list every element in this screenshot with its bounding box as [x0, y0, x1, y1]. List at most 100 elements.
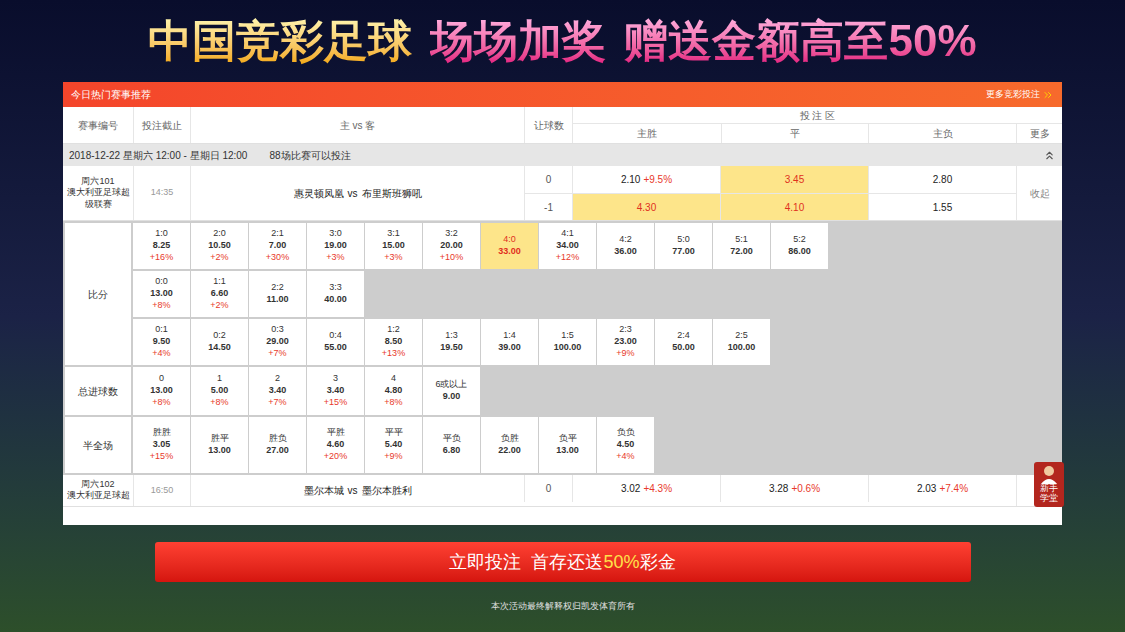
detail-cell[interactable]: 5:077.00: [655, 223, 712, 269]
detail-cell[interactable]: 6或以上9.00: [423, 367, 480, 415]
detail-cell[interactable]: 4:236.00: [597, 223, 654, 269]
detail-cell[interactable]: 23.40+7%: [249, 367, 306, 415]
detail-row: 013.00+8%15.00+8%23.40+7%33.40+15%44.80+…: [133, 367, 1060, 415]
detail-cell[interactable]: 3:220.00+10%: [423, 223, 480, 269]
detail-cell[interactable]: 5:286.00: [771, 223, 828, 269]
detail-section: 总进球数013.00+8%15.00+8%23.40+7%33.40+15%44…: [65, 367, 1060, 415]
match-code: 周六102澳大利亚足球超: [63, 475, 133, 506]
odds-cell[interactable]: 4.30: [572, 194, 720, 220]
detail-cell[interactable]: 4:134.00+12%: [539, 223, 596, 269]
date-group[interactable]: 2018-12-22 星期六 12:00 - 星期日 12:0088场比赛可以投…: [63, 144, 1062, 166]
detail-cell[interactable]: 0:455.00: [307, 319, 364, 365]
odds-value: 4.30: [637, 200, 656, 215]
cell-odds: 4.80: [385, 385, 403, 397]
detail-cell[interactable]: 2:010.50+2%: [191, 223, 248, 269]
detail-cell[interactable]: 2:17.00+30%: [249, 223, 306, 269]
detail-cell[interactable]: 0:214.50: [191, 319, 248, 365]
detail-cell[interactable]: 3:019.00+3%: [307, 223, 364, 269]
handicap-line: 02.10+9.5%3.452.80: [524, 166, 1016, 193]
detail-cell[interactable]: 2:5100.00: [713, 319, 770, 365]
odds-cell[interactable]: 2.10+9.5%: [572, 166, 720, 193]
odds-cell[interactable]: 3.28+0.6%: [720, 475, 868, 502]
detail-cell[interactable]: 负平13.00: [539, 417, 596, 473]
detail-cell[interactable]: 0:013.00+8%: [133, 271, 190, 317]
detail-cell[interactable]: 0:19.50+4%: [133, 319, 190, 365]
detail-cell[interactable]: 平负6.80: [423, 417, 480, 473]
cell-label: 胜负: [269, 433, 287, 445]
odds-cell[interactable]: 4.10: [720, 194, 868, 220]
more-link[interactable]: 更多竞彩投注: [986, 88, 1054, 102]
odds-cell[interactable]: 3.02+4.3%: [572, 475, 720, 502]
handicap: -1: [524, 194, 572, 220]
odds-cell[interactable]: 3.45: [720, 166, 868, 193]
detail-cell[interactable]: 1:16.60+2%: [191, 271, 248, 317]
cell-odds: 19.00: [324, 240, 347, 252]
cell-odds: 6.60: [211, 288, 229, 300]
detail-cell[interactable]: 2:450.00: [655, 319, 712, 365]
odds-cell[interactable]: 2.03+7.4%: [868, 475, 1016, 502]
cell-label: 负胜: [501, 433, 519, 445]
match-count: 88场比赛可以投注: [269, 148, 350, 163]
detail-cell[interactable]: 负胜22.00: [481, 417, 538, 473]
odds-cell[interactable]: 2.80: [868, 166, 1016, 193]
bet-column: 平: [721, 124, 869, 143]
detail-cell[interactable]: 1:08.25+16%: [133, 223, 190, 269]
detail-cell[interactable]: 负负4.50+4%: [597, 417, 654, 473]
cell-odds: 11.00: [266, 294, 288, 306]
detail-cell[interactable]: 胜平13.00: [191, 417, 248, 473]
cell-bonus: +7%: [268, 397, 286, 409]
odds-cell[interactable]: 1.55: [868, 194, 1016, 220]
cell-odds: 100.00: [728, 342, 756, 354]
odds-value: 2.03: [917, 481, 936, 496]
cell-odds: 27.00: [266, 445, 289, 457]
cell-label: 0:1: [155, 324, 168, 336]
banner-text: 赠送金额高至50%: [624, 17, 976, 65]
detail-cell[interactable]: 平胜4.60+20%: [307, 417, 364, 473]
detail-cell[interactable]: 44.80+8%: [365, 367, 422, 415]
match-teams: 墨尔本城vs墨尔本胜利: [190, 475, 524, 506]
detail-cell[interactable]: 胜胜3.05+15%: [133, 417, 190, 473]
cell-label: 3:2: [445, 228, 458, 240]
handicap: 0: [524, 166, 572, 193]
detail-cell[interactable]: 2:323.00+9%: [597, 319, 654, 365]
detail-cell[interactable]: 3:340.00: [307, 271, 364, 317]
detail-cell[interactable]: 1:28.50+13%: [365, 319, 422, 365]
cell-label: 2:4: [677, 330, 690, 342]
detail-cell[interactable]: 4:033.00: [481, 223, 538, 269]
cell-label: 1: [217, 373, 222, 385]
odds-bonus: +0.6%: [791, 481, 820, 496]
cell-label: 平胜: [327, 427, 345, 439]
detail-cell[interactable]: 1:439.00: [481, 319, 538, 365]
detail-cell[interactable]: 胜负27.00: [249, 417, 306, 473]
cell-bonus: +8%: [384, 397, 402, 409]
detail-cell[interactable]: 1:319.50: [423, 319, 480, 365]
cell-odds: 86.00: [788, 246, 811, 258]
detail-cell[interactable]: 平平5.40+9%: [365, 417, 422, 473]
cell-odds: 29.00: [266, 336, 289, 348]
cell-bonus: +12%: [556, 252, 579, 264]
section-label: 总进球数: [65, 367, 131, 415]
cell-bonus: +8%: [152, 300, 170, 312]
section-label: 半全场: [65, 417, 131, 473]
detail-cell[interactable]: 0:329.00+7%: [249, 319, 306, 365]
cell-bonus: +9%: [384, 451, 402, 463]
detail-cell[interactable]: 1:5100.00: [539, 319, 596, 365]
odds-bonus: +9.5%: [643, 172, 672, 187]
detail-cell[interactable]: 33.40+15%: [307, 367, 364, 415]
collapse-icon: [1043, 149, 1056, 162]
detail-cell[interactable]: 2:211.00: [249, 271, 306, 317]
match-row: 周六101澳大利亚足球超级联赛14:35惠灵顿凤凰vs布里斯班狮吼02.10+9…: [63, 166, 1062, 221]
detail-cell[interactable]: 013.00+8%: [133, 367, 190, 415]
cell-odds: 13.00: [150, 385, 173, 397]
side-badge[interactable]: 新手学堂: [1034, 462, 1064, 507]
more-toggle[interactable]: 收起: [1016, 166, 1062, 220]
detail-cell[interactable]: 15.00+8%: [191, 367, 248, 415]
cell-odds: 7.00: [269, 240, 287, 252]
detail-cell[interactable]: 5:172.00: [713, 223, 770, 269]
bet-column: 主胜: [573, 124, 721, 143]
cta-button[interactable]: 立即投注首存还送50%彩金: [155, 542, 971, 582]
cell-bonus: +15%: [150, 451, 173, 463]
detail-cell[interactable]: 3:115.00+3%: [365, 223, 422, 269]
cell-odds: 22.00: [498, 445, 521, 457]
cell-odds: 8.25: [153, 240, 171, 252]
